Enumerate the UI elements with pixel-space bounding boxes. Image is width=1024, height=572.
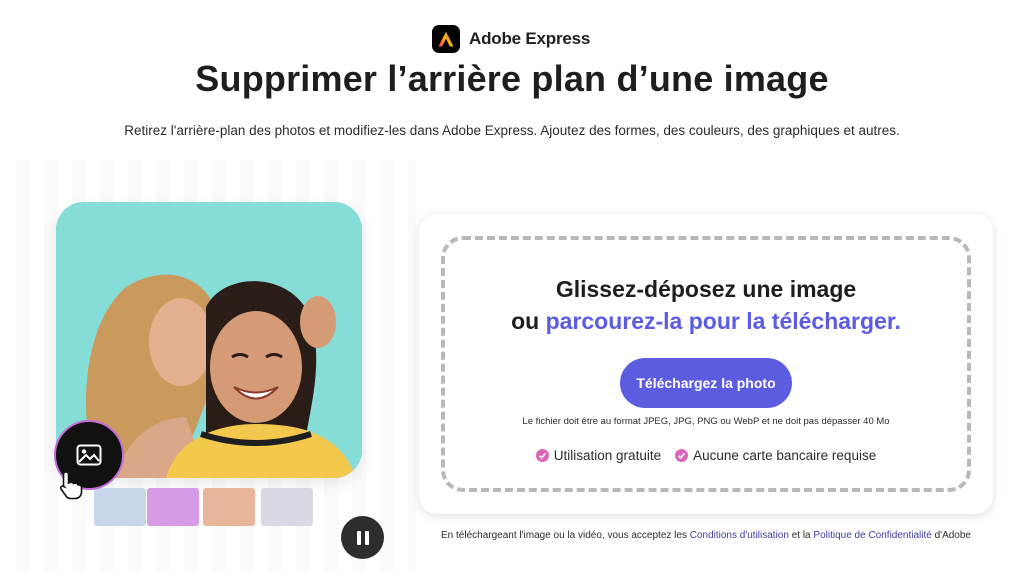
check-icon	[535, 449, 549, 462]
check-icon	[675, 449, 689, 462]
file-format-note: Le fichier doit être au format JPEG, JPG…	[522, 416, 890, 427]
brand-name: Adobe Express	[469, 29, 591, 48]
badge-no-card: Aucune carte bancaire requise	[675, 448, 876, 463]
adobe-express-logo-icon	[432, 25, 460, 53]
thumbnail-1[interactable]	[94, 488, 146, 526]
legal-middle: et la	[791, 530, 811, 541]
badge-no-card-label: Aucune carte bancaire requise	[693, 448, 877, 463]
pause-icon	[355, 530, 371, 545]
page-title: Supprimer l’arrière plan d’une image	[195, 58, 829, 99]
brand-header: Adobe Express	[432, 24, 590, 54]
browse-link[interactable]: parcourez-la pour la télécharger.	[546, 308, 901, 334]
image-icon	[76, 444, 102, 466]
pause-button[interactable]	[341, 516, 384, 559]
badge-free-label: Utilisation gratuite	[553, 448, 662, 463]
thumbnail-3[interactable]	[203, 488, 255, 526]
drop-zone-subtitle: ou parcourez-la pour la télécharger.	[419, 308, 993, 335]
drop-zone-title: Glissez-déposez une image	[555, 276, 857, 302]
thumbnail-2[interactable]	[147, 488, 199, 526]
legal-notice: En téléchargeant l'image ou la vidéo, vo…	[419, 530, 993, 541]
badge-free: Utilisation gratuite	[535, 448, 662, 463]
privacy-policy-link[interactable]: Politique de Confidentialité	[813, 530, 931, 541]
drop-zone-or: ou	[511, 308, 540, 334]
page-subtitle: Retirez l'arrière-plan des photos et mod…	[124, 123, 900, 138]
thumbnail-4[interactable]	[261, 488, 313, 526]
upload-card: Glissez-déposez une image ou parcourez-l…	[419, 214, 993, 514]
legal-prefix: En téléchargeant l'image ou la vidéo, vo…	[441, 530, 687, 541]
feature-badges: Utilisation gratuite Aucune carte bancai…	[419, 448, 993, 463]
terms-of-use-link[interactable]: Conditions d'utilisation	[690, 530, 789, 541]
upload-photo-button[interactable]: Téléchargez la photo	[620, 358, 792, 408]
hand-pointer-icon	[59, 471, 83, 500]
legal-suffix: d'Adobe	[934, 530, 971, 541]
